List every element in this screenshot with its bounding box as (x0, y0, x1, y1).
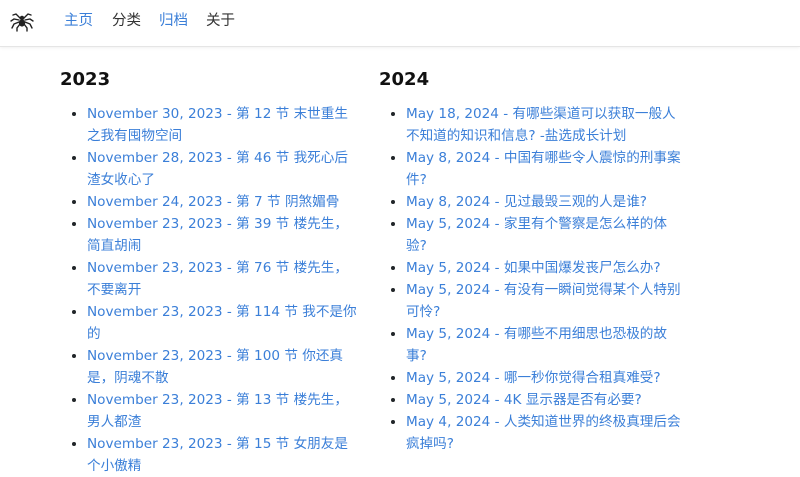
list-item: November 30, 2023 - 第 12 节 末世重生之我有囤物空间 (87, 103, 357, 147)
post-link[interactable]: November 24, 2023 - 第 7 节 阴煞媚骨 (87, 194, 339, 210)
archive-year-2023: 2023 November 30, 2023 - 第 12 节 末世重生之我有囤… (60, 67, 360, 477)
list-item: May 5, 2024 - 哪一秒你觉得合租真难受? (406, 367, 681, 389)
list-item: November 24, 2023 - 第 7 节 阴煞媚骨 (87, 191, 357, 213)
year-heading: 2024 (379, 69, 430, 90)
post-link[interactable]: November 23, 2023 - 第 114 节 我不是你的 (87, 304, 357, 342)
post-link[interactable]: May 18, 2024 - 有哪些渠道可以获取一般人不知道的知识和信息? -盐… (406, 106, 676, 144)
nav-about-link[interactable]: 关于 (206, 12, 235, 30)
list-item: November 28, 2023 - 第 46 节 我死心后渣女收心了 (87, 147, 357, 191)
post-link[interactable]: May 5, 2024 - 有哪些不用细思也恐极的故事? (406, 326, 667, 364)
year-heading: 2023 (60, 69, 111, 90)
nav-home-link[interactable]: 主页 (64, 12, 93, 30)
post-link[interactable]: November 23, 2023 - 第 13 节 楼先生，男人都渣 (87, 392, 348, 430)
post-link[interactable]: May 5, 2024 - 哪一秒你觉得合租真难受? (406, 370, 661, 386)
list-item: November 23, 2023 - 第 39 节 楼先生，简直胡闹 (87, 213, 357, 257)
list-item: November 23, 2023 - 第 100 节 你还真是，阴魂不散 (87, 345, 357, 389)
list-item: May 5, 2024 - 有哪些不用细思也恐极的故事? (406, 323, 681, 367)
nav-categories-link[interactable]: 分类 (112, 12, 141, 30)
list-item: November 23, 2023 - 第 15 节 女朋友是个小傲精 (87, 433, 357, 477)
post-list: November 30, 2023 - 第 12 节 末世重生之我有囤物空间 N… (60, 103, 360, 477)
list-item: May 8, 2024 - 见过最毁三观的人是谁? (406, 191, 681, 213)
list-item: May 18, 2024 - 有哪些渠道可以获取一般人不知道的知识和信息? -盐… (406, 103, 681, 147)
list-item: May 8, 2024 - 中国有哪些令人震惊的刑事案件? (406, 147, 681, 191)
spider-icon[interactable] (10, 9, 34, 33)
top-navbar: 主页 分类 归档 关于 (0, 0, 800, 47)
post-link[interactable]: May 8, 2024 - 见过最毁三观的人是谁? (406, 194, 647, 210)
list-item: May 5, 2024 - 有没有一瞬间觉得某个人特别可怜? (406, 279, 681, 323)
post-link[interactable]: November 23, 2023 - 第 39 节 楼先生，简直胡闹 (87, 216, 348, 254)
post-link[interactable]: May 5, 2024 - 家里有个警察是怎么样的体验? (406, 216, 667, 254)
archive-year-2024: 2024 May 18, 2024 - 有哪些渠道可以获取一般人不知道的知识和信… (379, 67, 681, 455)
post-link[interactable]: November 30, 2023 - 第 12 节 末世重生之我有囤物空间 (87, 106, 348, 144)
post-link[interactable]: May 8, 2024 - 中国有哪些令人震惊的刑事案件? (406, 150, 681, 188)
post-link[interactable]: May 4, 2024 - 人类知道世界的终极真理后会疯掉吗? (406, 414, 681, 452)
post-list: May 18, 2024 - 有哪些渠道可以获取一般人不知道的知识和信息? -盐… (379, 103, 681, 455)
list-item: May 5, 2024 - 4K 显示器是否有必要? (406, 389, 681, 411)
list-item: November 23, 2023 - 第 114 节 我不是你的 (87, 301, 357, 345)
post-link[interactable]: November 23, 2023 - 第 100 节 你还真是，阴魂不散 (87, 348, 343, 386)
post-link[interactable]: November 23, 2023 - 第 76 节 楼先生，不要离开 (87, 260, 348, 298)
list-item: May 5, 2024 - 家里有个警察是怎么样的体验? (406, 213, 681, 257)
list-item: November 23, 2023 - 第 13 节 楼先生，男人都渣 (87, 389, 357, 433)
list-item: May 4, 2024 - 人类知道世界的终极真理后会疯掉吗? (406, 411, 681, 455)
post-link[interactable]: November 28, 2023 - 第 46 节 我死心后渣女收心了 (87, 150, 348, 188)
post-link[interactable]: May 5, 2024 - 4K 显示器是否有必要? (406, 392, 642, 408)
post-link[interactable]: May 5, 2024 - 如果中国爆发丧尸怎么办? (406, 260, 661, 276)
list-item: May 5, 2024 - 如果中国爆发丧尸怎么办? (406, 257, 681, 279)
nav-archive-link[interactable]: 归档 (159, 12, 188, 30)
post-link[interactable]: May 5, 2024 - 有没有一瞬间觉得某个人特别可怜? (406, 282, 681, 320)
list-item: November 23, 2023 - 第 76 节 楼先生，不要离开 (87, 257, 357, 301)
post-link[interactable]: November 23, 2023 - 第 15 节 女朋友是个小傲精 (87, 436, 348, 474)
